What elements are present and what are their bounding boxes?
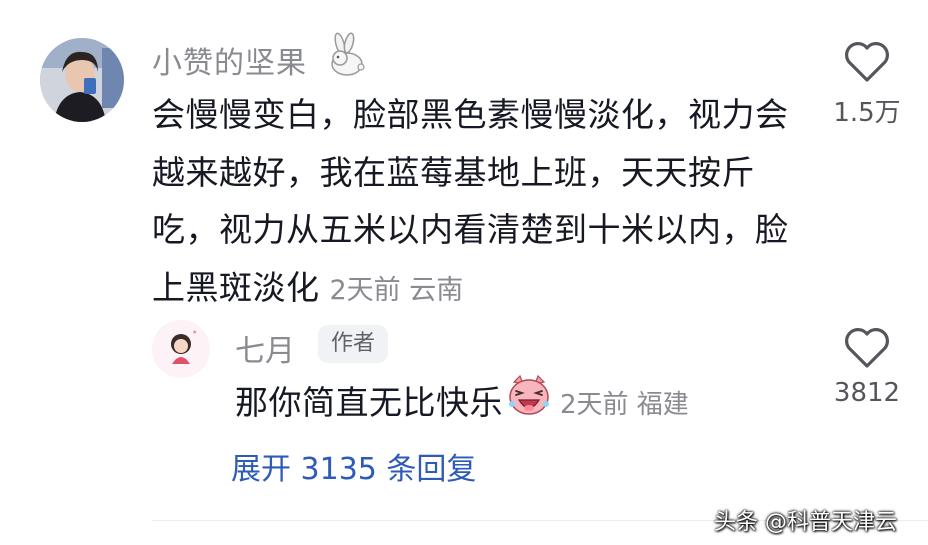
comment-username[interactable]: 小赞的坚果 <box>152 38 307 82</box>
reply-username[interactable]: 七月 <box>235 326 295 370</box>
comment-meta: 2天前 云南 <box>329 274 464 306</box>
reply-avatar-image: ★ <box>152 320 210 378</box>
comment-body: 会慢慢变白，脸部黑色素慢慢淡化，视力会越来越好，我在蓝莓基地上班，天天按斤吃，视… <box>152 86 812 319</box>
expand-replies-button[interactable]: 展开 3135 条回复 <box>231 444 476 488</box>
reply-avatar[interactable]: ★ <box>152 320 210 378</box>
user-avatar[interactable] <box>40 38 124 122</box>
comment-text: 会慢慢变白，脸部黑色素慢慢淡化，视力会越来越好，我在蓝莓基地上班，天天按斤吃，视… <box>152 95 789 307</box>
svg-text:★: ★ <box>192 329 197 336</box>
reply-meta: 2天前 福建 <box>560 390 689 420</box>
author-badge: 作者 <box>318 325 389 363</box>
comment-like-count: 1.5万 <box>833 98 901 128</box>
laughing-pig-emoji <box>509 374 549 415</box>
like-heart-icon[interactable] <box>842 326 892 370</box>
reply-text: 那你简直无比快乐 <box>235 383 503 422</box>
like-heart-icon[interactable] <box>842 40 892 84</box>
reply-like-count: 3812 <box>833 378 901 408</box>
avatar-photo <box>40 38 124 122</box>
rabbit-emoji <box>331 32 365 76</box>
watermark: 头条 @科普天津云 <box>714 510 897 535</box>
